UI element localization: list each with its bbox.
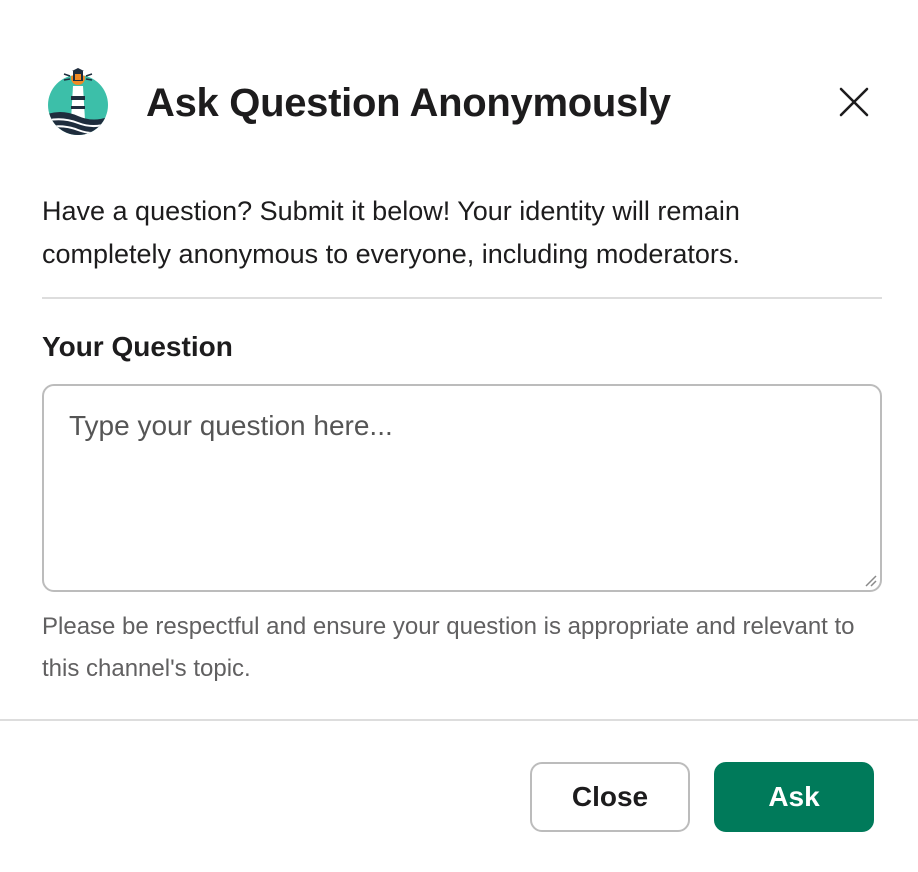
modal-header: Ask Question Anonymously — [42, 68, 876, 138]
footer-divider — [0, 719, 918, 721]
question-input[interactable] — [42, 384, 882, 592]
close-button[interactable]: Close — [530, 762, 690, 832]
ask-button[interactable]: Ask — [714, 762, 874, 832]
question-label: Your Question — [42, 331, 233, 362]
close-icon[interactable] — [834, 82, 874, 122]
ask-question-modal: Ask Question Anonymously Have a question… — [0, 0, 918, 872]
modal-description: Have a question? Submit it below! Your i… — [42, 196, 740, 269]
question-field-wrapper — [42, 384, 882, 592]
divider — [42, 297, 882, 299]
resize-handle-icon[interactable] — [862, 572, 878, 588]
lighthouse-logo-icon — [42, 68, 112, 138]
modal-title: Ask Question Anonymously — [146, 81, 671, 125]
question-hint: Please be respectful and ensure your que… — [42, 613, 855, 682]
